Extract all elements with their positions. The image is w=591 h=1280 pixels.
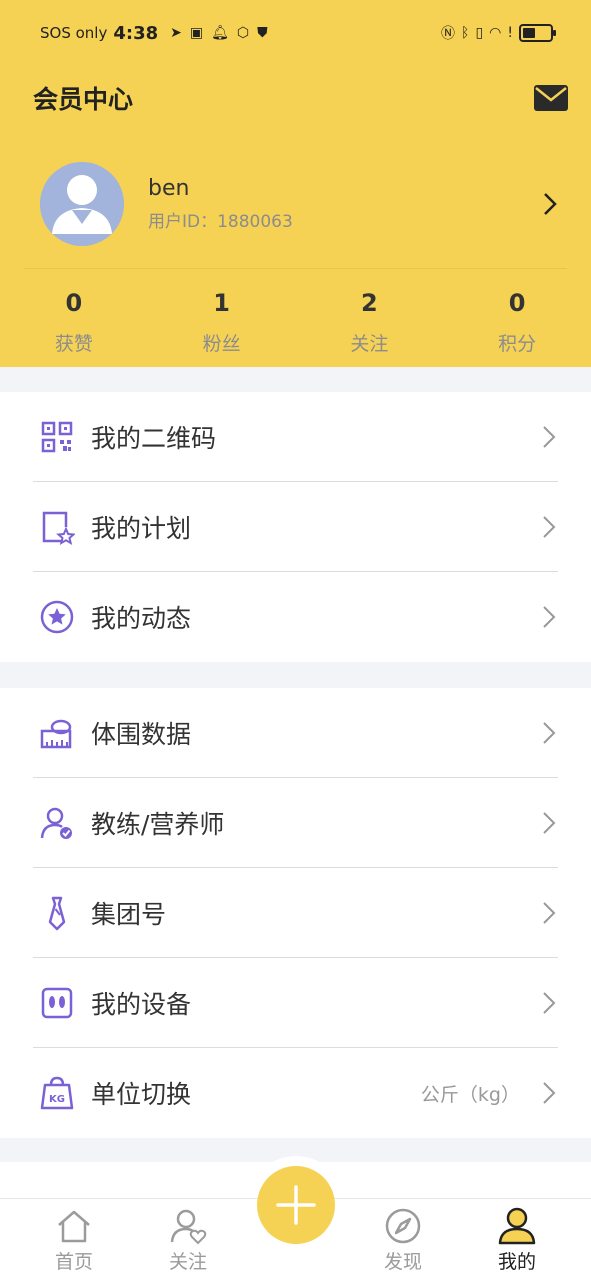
bell-icon: 🔔︎: [211, 25, 229, 41]
stat-label: 粉丝: [202, 333, 241, 355]
menu-item-body-measurements[interactable]: 体围数据: [33, 688, 558, 778]
menu-group-2: 体围数据 教练/营养师 集团号 我的设备 KG 单位切换 公斤（kg）: [0, 688, 591, 1138]
avatar[interactable]: [40, 162, 124, 246]
chevron-right-icon: [543, 1082, 556, 1104]
mail-icon[interactable]: [534, 85, 568, 111]
telegram-icon: ➤: [170, 25, 182, 41]
tab-discover[interactable]: 发现: [363, 1207, 443, 1274]
tape-measure-icon: [40, 719, 72, 748]
stat-likes[interactable]: 0 获赞: [0, 287, 148, 357]
menu-item-coach[interactable]: 教练/营养师: [33, 778, 558, 868]
wifi-icon: ◠: [489, 25, 502, 41]
user-id: 用户ID：1880063: [148, 212, 293, 232]
bluetooth-icon: ᛒ: [461, 25, 470, 41]
tab-label: 首页: [54, 1251, 93, 1273]
svg-text:KG: KG: [49, 1094, 65, 1105]
chevron-right-icon: [543, 425, 556, 448]
plan-star-icon: [42, 511, 75, 545]
qr-code-icon: [41, 421, 73, 452]
menu-item-label: 集团号: [91, 899, 167, 929]
plus-icon: [276, 1185, 316, 1225]
carrier-text: SOS only: [40, 24, 108, 42]
follow-heart-icon: [170, 1209, 207, 1245]
stat-label: 获赞: [54, 333, 93, 355]
menu-item-label: 我的设备: [91, 989, 192, 1019]
chevron-right-icon: [543, 721, 556, 744]
menu-item-label: 体围数据: [91, 719, 192, 749]
nfc-icon: Ⓝ: [441, 26, 456, 42]
page-title: 会员中心: [33, 85, 134, 114]
battery-icon: [519, 24, 556, 42]
stat-points[interactable]: 0 积分: [443, 287, 591, 357]
divider: [24, 268, 567, 269]
menu-item-label: 教练/营养师: [91, 809, 225, 839]
tab-mine[interactable]: 我的: [477, 1207, 557, 1274]
home-icon: [58, 1210, 90, 1243]
menu-item-label: 我的动态: [91, 604, 192, 633]
stat-label: 积分: [498, 333, 537, 355]
star-circle-icon: [40, 600, 74, 634]
username: ben: [148, 176, 190, 201]
chevron-right-icon: [543, 606, 556, 628]
header-panel: SOS only 4:38 ➤ ▣ 🔔︎ ⬡ ⛊ Ⓝ ᛒ ▯ ◠ ! 会员中心: [0, 0, 591, 367]
chevron-right-icon[interactable]: [540, 190, 560, 218]
menu-item-qr-code[interactable]: 我的二维码: [33, 392, 558, 482]
box-icon: ⬡: [236, 25, 250, 41]
profile-card[interactable]: ben 用户ID：1880063: [40, 162, 560, 246]
alert-icon: !: [507, 25, 513, 41]
stat-value: 0: [508, 289, 526, 317]
default-avatar-icon: [40, 162, 124, 246]
menu-item-moments[interactable]: 我的动态: [33, 572, 558, 662]
tab-follow[interactable]: 关注: [148, 1207, 228, 1274]
stats-row: 0 获赞 1 粉丝 2 关注 0 积分: [0, 287, 591, 357]
tab-home[interactable]: 首页: [34, 1207, 114, 1274]
tie-icon: [48, 896, 66, 930]
chevron-right-icon: [543, 515, 556, 538]
shield-icon: ⛊: [257, 25, 268, 41]
menu-item-label: 我的二维码: [91, 423, 217, 453]
menu-item-my-devices[interactable]: 我的设备: [33, 958, 558, 1048]
chevron-right-icon: [543, 811, 556, 834]
stat-fans[interactable]: 1 粉丝: [148, 287, 296, 357]
scale-device-icon: [41, 987, 73, 1018]
notification-app-icon: ▣: [189, 25, 204, 41]
tab-label: 我的: [497, 1251, 536, 1273]
stat-value: 0: [65, 289, 83, 317]
stat-value: 1: [213, 289, 230, 317]
tab-label: 关注: [168, 1251, 207, 1273]
clock-time: 4:38: [113, 22, 159, 44]
chevron-right-icon: [543, 901, 556, 924]
profile-icon: [498, 1207, 536, 1245]
add-button[interactable]: [257, 1166, 335, 1244]
compass-icon: [385, 1208, 421, 1244]
coach-verified-icon: [40, 807, 72, 839]
stat-value: 2: [361, 289, 378, 317]
status-bar: SOS only 4:38 ➤ ▣ 🔔︎ ⬡ ⛊ Ⓝ ᛒ ▯ ◠ !: [0, 0, 591, 66]
menu-group-1: 我的二维码 我的计划 我的动态: [0, 392, 591, 662]
tab-label: 发现: [383, 1251, 422, 1273]
menu-item-plan[interactable]: 我的计划: [33, 482, 558, 572]
kg-weight-icon: KG: [40, 1076, 74, 1110]
chevron-right-icon: [543, 991, 556, 1014]
unit-value: 公斤（kg）: [420, 1083, 520, 1106]
menu-item-unit-switch[interactable]: KG 单位切换 公斤（kg）: [33, 1048, 558, 1138]
stat-label: 关注: [350, 333, 389, 355]
menu-item-label: 单位切换: [91, 1080, 192, 1109]
menu-item-label: 我的计划: [91, 513, 192, 543]
stat-following[interactable]: 2 关注: [296, 287, 444, 357]
vibrate-icon: ▯: [475, 25, 484, 41]
menu-item-group-number[interactable]: 集团号: [33, 868, 558, 958]
